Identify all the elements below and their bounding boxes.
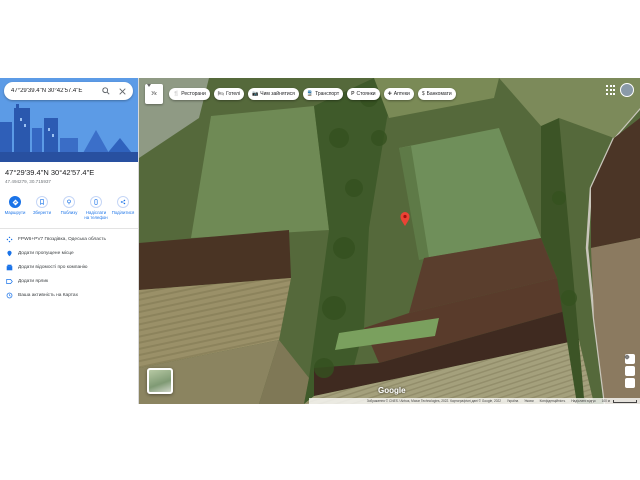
action-buttons: Маршрути Зберегти Поблизу Надіслати на т… (2, 196, 136, 220)
chip-label: Ресторани (181, 91, 206, 97)
atm-icon: $ (421, 91, 425, 97)
directions-label: Маршрути (4, 210, 26, 215)
label-icon (5, 277, 13, 285)
language-select-value: Ук (151, 91, 157, 97)
link-feedback[interactable]: Надіслати відгук (571, 399, 595, 403)
avatar[interactable] (620, 83, 634, 97)
google-logo: Google (378, 386, 406, 395)
info-row-add-place[interactable]: Додати пропущене місце (5, 248, 74, 258)
info-row-add-business[interactable]: Додати відомості про компанію (5, 262, 87, 272)
info-row-text: Ваша активність на Картах (18, 292, 78, 298)
share-label: Поділитися (111, 210, 135, 215)
transit-icon: 🚆 (306, 91, 314, 97)
place-title: 47°29'39.4"N 30°42'57.4"E (5, 168, 95, 177)
save-button[interactable]: Зберегти (29, 196, 55, 220)
search-box[interactable] (4, 82, 133, 100)
chip-label: Готелі (226, 91, 241, 97)
place-coordinates: 47.494279, 30.715937 (5, 179, 51, 184)
chip-label: Аптеки (393, 91, 410, 97)
info-row-plus-code[interactable]: FPW6+PV7 Гвоздівка, Одеська область (5, 234, 106, 244)
close-icon[interactable] (116, 85, 128, 97)
chip-things-to-do[interactable]: 📷 Чим зайнятися (248, 88, 299, 100)
send-to-phone-button[interactable]: Надіслати на телефон (83, 196, 109, 220)
nearby-icon (63, 196, 75, 208)
maps-app: 47°29'39.4"N 30°42'57.4"E 47.494279, 30.… (0, 78, 640, 404)
info-row-text: FPW6+PV7 Гвоздівка, Одеська область (18, 236, 106, 242)
chip-label: Чим зайнятися (260, 91, 295, 97)
chip-label: Транспорт (315, 91, 340, 97)
bookmark-icon (36, 196, 48, 208)
add-place-icon (5, 249, 13, 257)
apps-grid-icon[interactable] (606, 85, 616, 95)
place-hero-image (0, 78, 138, 162)
share-button[interactable]: Поділитися (110, 196, 136, 220)
link-privacy[interactable]: Конфіденційність (540, 399, 566, 403)
attribution-text: Зображення © CNES / Airbus, Maxar Techno… (366, 399, 502, 403)
chevron-down-icon (147, 84, 151, 87)
search-icon[interactable] (100, 85, 112, 97)
chip-label: Стоянки (356, 91, 376, 97)
zoom-out-button[interactable] (624, 356, 635, 388)
info-row-activity[interactable]: Ваша активність на Картах (5, 290, 78, 300)
parking-icon: P (351, 91, 355, 97)
business-icon (5, 263, 13, 271)
divider (0, 228, 138, 229)
satellite-imagery (139, 78, 640, 404)
info-row-text: Додати відомості про компанію (18, 264, 88, 270)
nearby-button[interactable]: Поблизу (56, 196, 82, 220)
satellite-map[interactable]: Ук 🍴 Ресторани 🛏 Готелі 📷 Чим зайнятися … (139, 78, 640, 404)
info-row-add-label[interactable]: Додати ярлик (5, 276, 48, 286)
directions-icon (9, 196, 21, 208)
scale-bar (613, 399, 637, 403)
link-country[interactable]: Україна (507, 399, 518, 403)
zoom-in-button[interactable] (624, 354, 635, 376)
directions-button[interactable]: Маршрути (2, 196, 28, 220)
chip-label: Банкомати (426, 91, 452, 97)
camera-icon: 📷 (252, 91, 259, 97)
category-chips: Ук 🍴 Ресторани 🛏 Готелі 📷 Чим зайнятися … (145, 84, 460, 104)
layers-button[interactable] (147, 368, 173, 394)
language-select[interactable]: Ук (145, 84, 163, 104)
send-to-phone-label: Надіслати на телефон (84, 210, 108, 220)
chip-parking[interactable]: P Стоянки (347, 88, 380, 100)
attribution-bar: Зображення © CNES / Airbus, Maxar Techno… (309, 398, 640, 404)
share-icon (117, 196, 129, 208)
scale-label: 100 м (601, 399, 610, 403)
map-controls (624, 354, 636, 390)
chip-transit[interactable]: 🚆 Транспорт (302, 88, 344, 100)
chip-atms[interactable]: $ Банкомати (417, 88, 456, 100)
hotel-icon: 🛏 (217, 91, 225, 97)
phone-icon (90, 196, 102, 208)
info-row-text: Додати ярлик (18, 278, 49, 284)
minus-icon (624, 356, 630, 358)
info-row-text: Додати пропущене місце (18, 250, 74, 256)
save-label: Зберегти (32, 210, 52, 215)
pharmacy-icon: ✚ (387, 91, 392, 97)
chip-hotels[interactable]: 🛏 Готелі (213, 88, 245, 100)
plus-code-icon (5, 235, 13, 243)
chip-restaurants[interactable]: 🍴 Ресторани (169, 88, 210, 100)
search-input[interactable] (11, 88, 97, 94)
location-pin-icon[interactable] (400, 212, 410, 226)
restaurant-icon: 🍴 (173, 91, 180, 97)
chip-pharmacies[interactable]: ✚ Аптеки (383, 88, 414, 100)
nearby-label: Поблизу (60, 210, 78, 215)
history-icon (5, 291, 13, 299)
side-panel: 47°29'39.4"N 30°42'57.4"E 47.494279, 30.… (0, 78, 139, 404)
link-terms[interactable]: Умови (524, 399, 533, 403)
